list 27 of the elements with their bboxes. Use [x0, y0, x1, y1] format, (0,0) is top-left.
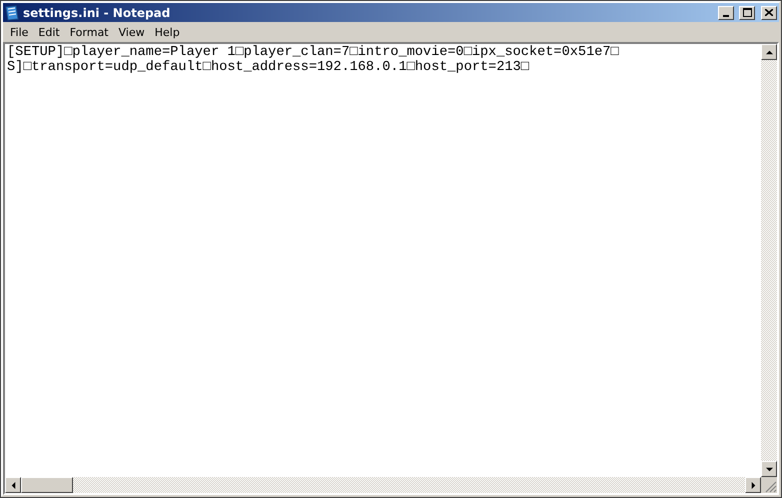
scroll-right-button[interactable] — [745, 477, 761, 493]
maximize-button[interactable] — [739, 6, 755, 20]
text-line: [SETUP]□player_name=Player 1□player_clan=7□intro_movie=0□ipx_socket=0x51e7□ — [7, 45, 620, 60]
window-title: settings.ini - Notepad — [23, 6, 172, 20]
text-line: S]□transport=udp_default□host_address=192.168.0.1□host_port=213□ — [7, 60, 530, 75]
vertical-scrollbar[interactable] — [761, 44, 777, 477]
minimize-button[interactable] — [718, 6, 734, 20]
close-button[interactable] — [761, 6, 777, 20]
scroll-down-button[interactable] — [761, 461, 777, 477]
left-arrow-icon — [10, 482, 16, 488]
menu-item[interactable]: View — [114, 26, 150, 38]
scroll-left-button[interactable] — [5, 477, 21, 493]
scroll-thumb[interactable] — [21, 477, 73, 493]
scroll-up-button[interactable] — [761, 44, 777, 60]
minimize-icon — [723, 14, 729, 16]
horizontal-scrollbar[interactable] — [5, 477, 761, 493]
notepad-icon — [5, 4, 19, 20]
menu-item[interactable]: Format — [64, 26, 114, 38]
right-arrow-icon — [750, 482, 756, 488]
close-icon — [765, 9, 773, 16]
up-arrow-icon — [766, 48, 772, 56]
menu-item[interactable]: Edit — [33, 26, 65, 38]
down-arrow-icon — [766, 466, 772, 472]
maximize-icon — [742, 8, 752, 17]
menu-item[interactable]: Help — [150, 26, 185, 38]
menu-item[interactable]: File — [5, 26, 34, 38]
size-grip-icon[interactable] — [765, 481, 777, 493]
